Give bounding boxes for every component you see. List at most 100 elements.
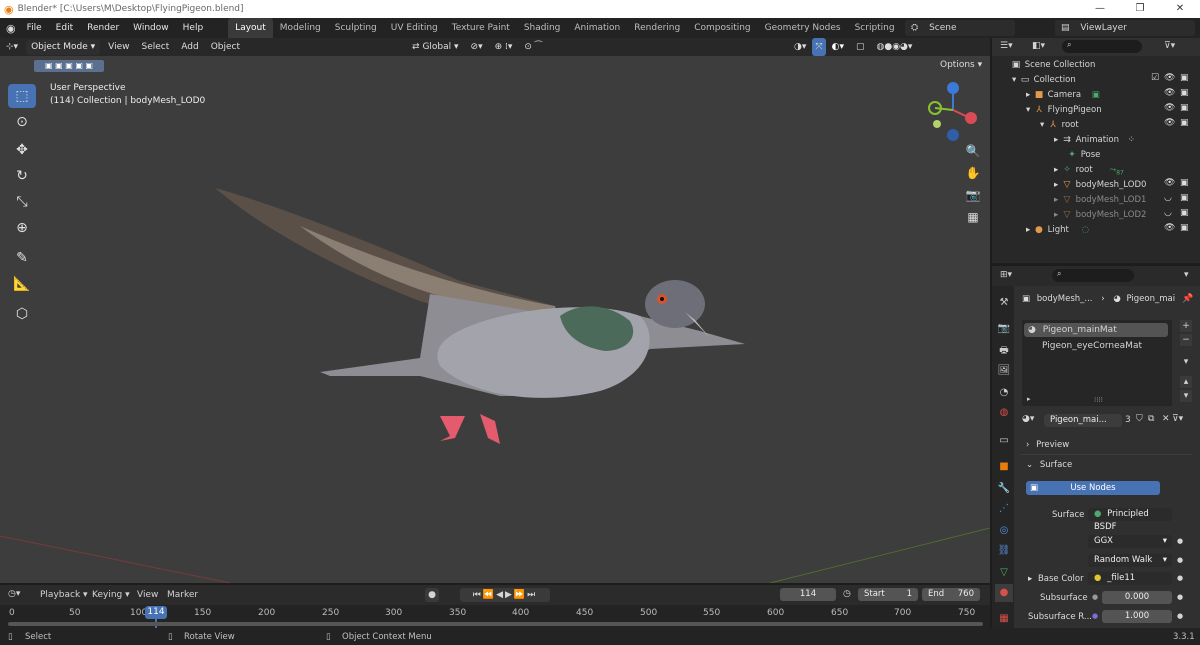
constraints-tab-icon[interactable]: ⛓: [995, 542, 1013, 560]
select-box-tool[interactable]: ⬚: [8, 84, 36, 108]
eye-closed-icon[interactable]: ◡: [1164, 193, 1172, 203]
tab-rendering[interactable]: Rendering: [627, 18, 687, 38]
properties-search-input[interactable]: ⌕: [1052, 269, 1134, 282]
transform-tool[interactable]: ⊕: [8, 216, 36, 240]
scale-tool[interactable]: ⤡: [8, 190, 36, 214]
select-mode-buttons[interactable]: ▣ ▣ ▣ ▣ ▣: [34, 60, 104, 72]
menu-keying[interactable]: Keying ▾: [92, 590, 130, 600]
move-slot-up-button[interactable]: ▴: [1180, 376, 1192, 388]
shading-modes[interactable]: ◍●◉◕▾: [871, 38, 919, 56]
navigation-gizmo[interactable]: [925, 80, 985, 144]
material-browse-icon[interactable]: ◕▾: [1022, 414, 1034, 424]
close-button[interactable]: ✕: [1160, 0, 1200, 18]
animate-dot-icon[interactable]: ●: [1177, 593, 1183, 601]
overlay-toggle-icon[interactable]: ◐▾: [826, 38, 850, 56]
outliner-type-icon[interactable]: ☰▾: [1000, 41, 1013, 51]
zoom-icon[interactable]: 🔍: [962, 144, 984, 164]
render-camera-icon[interactable]: ▣: [1180, 103, 1189, 113]
render-camera-icon[interactable]: ▣: [1180, 73, 1189, 83]
modifier-tab-icon[interactable]: 🔧: [995, 480, 1013, 498]
properties-options-icon[interactable]: ▾: [1184, 270, 1189, 280]
eye-icon[interactable]: 👁: [1164, 178, 1175, 188]
animate-dot-icon[interactable]: ●: [1177, 537, 1183, 545]
cursor-tool[interactable]: ⊙: [8, 110, 36, 134]
xray-icon[interactable]: ▢: [850, 38, 871, 56]
playback-controls[interactable]: ⏮⏪◀▶⏩⏭: [460, 588, 550, 602]
menu-object[interactable]: Object: [205, 38, 246, 56]
outliner-row-root-bone[interactable]: ▸ ✧ root ⤳87: [1054, 163, 1124, 178]
scene-collection-row[interactable]: ▣ Scene Collection: [1010, 58, 1096, 73]
list-resize-handle[interactable]: ⁞⁞⁞⁞: [1094, 396, 1103, 404]
render-camera-icon[interactable]: ▣: [1180, 193, 1189, 203]
start-frame-field[interactable]: Start 1: [858, 588, 918, 601]
pin-icon[interactable]: 📌: [1182, 294, 1193, 304]
tab-uv-editing[interactable]: UV Editing: [384, 18, 445, 38]
render-camera-icon[interactable]: ▣: [1180, 223, 1189, 233]
collection-tab-icon[interactable]: ▭: [995, 432, 1013, 450]
menu-render[interactable]: Render: [80, 18, 126, 38]
menu-help[interactable]: Help: [176, 18, 211, 38]
annotate-tool[interactable]: ✎: [8, 246, 36, 270]
tab-animation[interactable]: Animation: [567, 18, 627, 38]
physics-tab-icon[interactable]: ◎: [995, 522, 1013, 540]
render-camera-icon[interactable]: ▣: [1180, 88, 1189, 98]
eye-closed-icon[interactable]: ◡: [1164, 208, 1172, 218]
end-frame-field[interactable]: End 760: [922, 588, 980, 601]
blender-menu-icon[interactable]: ◉: [6, 22, 16, 35]
viewlayer-selector[interactable]: ▤ ViewLayer: [1055, 20, 1195, 36]
transform-orientation-dropdown[interactable]: ⇄ Global ▾: [406, 38, 465, 56]
material-nodes-icon[interactable]: ⊽▾: [1172, 414, 1183, 424]
fake-user-icon[interactable]: ⛉: [1136, 414, 1143, 424]
menu-view[interactable]: View: [102, 38, 135, 56]
tab-layout[interactable]: Layout: [228, 18, 273, 38]
ortho-grid-icon[interactable]: ▦: [962, 210, 984, 230]
duplicate-material-icon[interactable]: ⧉: [1148, 414, 1154, 424]
current-frame-field[interactable]: 114: [780, 588, 836, 601]
tab-scripting[interactable]: Scripting: [848, 18, 902, 38]
render-camera-icon[interactable]: ▣: [1180, 118, 1189, 128]
subsurface-field[interactable]: 0.000: [1102, 591, 1172, 604]
world-tab-icon[interactable]: ◍: [995, 404, 1013, 422]
outliner-row-flyingpigeon[interactable]: ▾ ⅄ FlyingPigeon: [1026, 103, 1102, 118]
unlink-material-icon[interactable]: ✕: [1162, 414, 1170, 424]
add-slot-button[interactable]: +: [1180, 320, 1192, 332]
menu-marker[interactable]: Marker: [167, 590, 198, 600]
tool-tab-icon[interactable]: ⚒: [995, 294, 1013, 312]
data-tab-icon[interactable]: ▽: [995, 564, 1013, 582]
record-button[interactable]: ●: [425, 588, 439, 602]
output-tab-icon[interactable]: 🖶: [995, 342, 1013, 360]
material-tab-icon[interactable]: ●: [995, 584, 1013, 602]
outliner-row-root-armature[interactable]: ▾ ⅄ root: [1040, 118, 1079, 133]
eye-icon[interactable]: 👁: [1164, 223, 1175, 233]
outliner-filter-icon[interactable]: ◧▾: [1032, 41, 1045, 51]
clock-icon[interactable]: ◷: [843, 589, 851, 599]
render-camera-icon[interactable]: ▣: [1180, 208, 1189, 218]
menu-file[interactable]: File: [20, 18, 49, 38]
proportional-edit-icon[interactable]: ⊙ ⁀: [518, 38, 548, 56]
preview-panel-header[interactable]: › Preview: [1026, 440, 1069, 450]
outliner-row-pose[interactable]: ✦ Pose: [1066, 148, 1100, 163]
eye-icon[interactable]: 👁: [1164, 88, 1175, 98]
menu-select[interactable]: Select: [136, 38, 176, 56]
particles-tab-icon[interactable]: ⋰: [995, 500, 1013, 518]
eye-icon[interactable]: 👁: [1164, 73, 1175, 83]
tab-sculpting[interactable]: Sculpting: [328, 18, 384, 38]
3d-viewport[interactable]: User Perspective (114) Collection | body…: [0, 76, 990, 583]
object-tab-icon[interactable]: ■: [995, 458, 1013, 476]
snap-icon[interactable]: ⊕ ⁞▾: [489, 38, 519, 56]
add-cube-tool[interactable]: ⬡: [8, 302, 36, 326]
options-dropdown[interactable]: Options ▾: [940, 60, 982, 70]
playhead[interactable]: 114: [145, 606, 167, 619]
outliner-funnel-icon[interactable]: ⊽▾: [1164, 41, 1175, 51]
material-user-count[interactable]: 3: [1125, 415, 1131, 425]
material-name-field[interactable]: Pigeon_mai...: [1044, 414, 1122, 427]
slot-specials-button[interactable]: ▾: [1180, 356, 1192, 368]
editor-type-icon[interactable]: ⊹▾: [0, 38, 24, 56]
menu-add[interactable]: Add: [175, 38, 204, 56]
eye-icon[interactable]: 👁: [1164, 118, 1175, 128]
outliner-row-lod1[interactable]: ▸ ▽ bodyMesh_LOD1: [1054, 193, 1146, 208]
tab-compositing[interactable]: Compositing: [687, 18, 757, 38]
render-tab-icon[interactable]: 📷: [995, 320, 1013, 338]
surface-shader-field[interactable]: ● Principled BSDF: [1088, 508, 1172, 532]
tab-modeling[interactable]: Modeling: [273, 18, 328, 38]
